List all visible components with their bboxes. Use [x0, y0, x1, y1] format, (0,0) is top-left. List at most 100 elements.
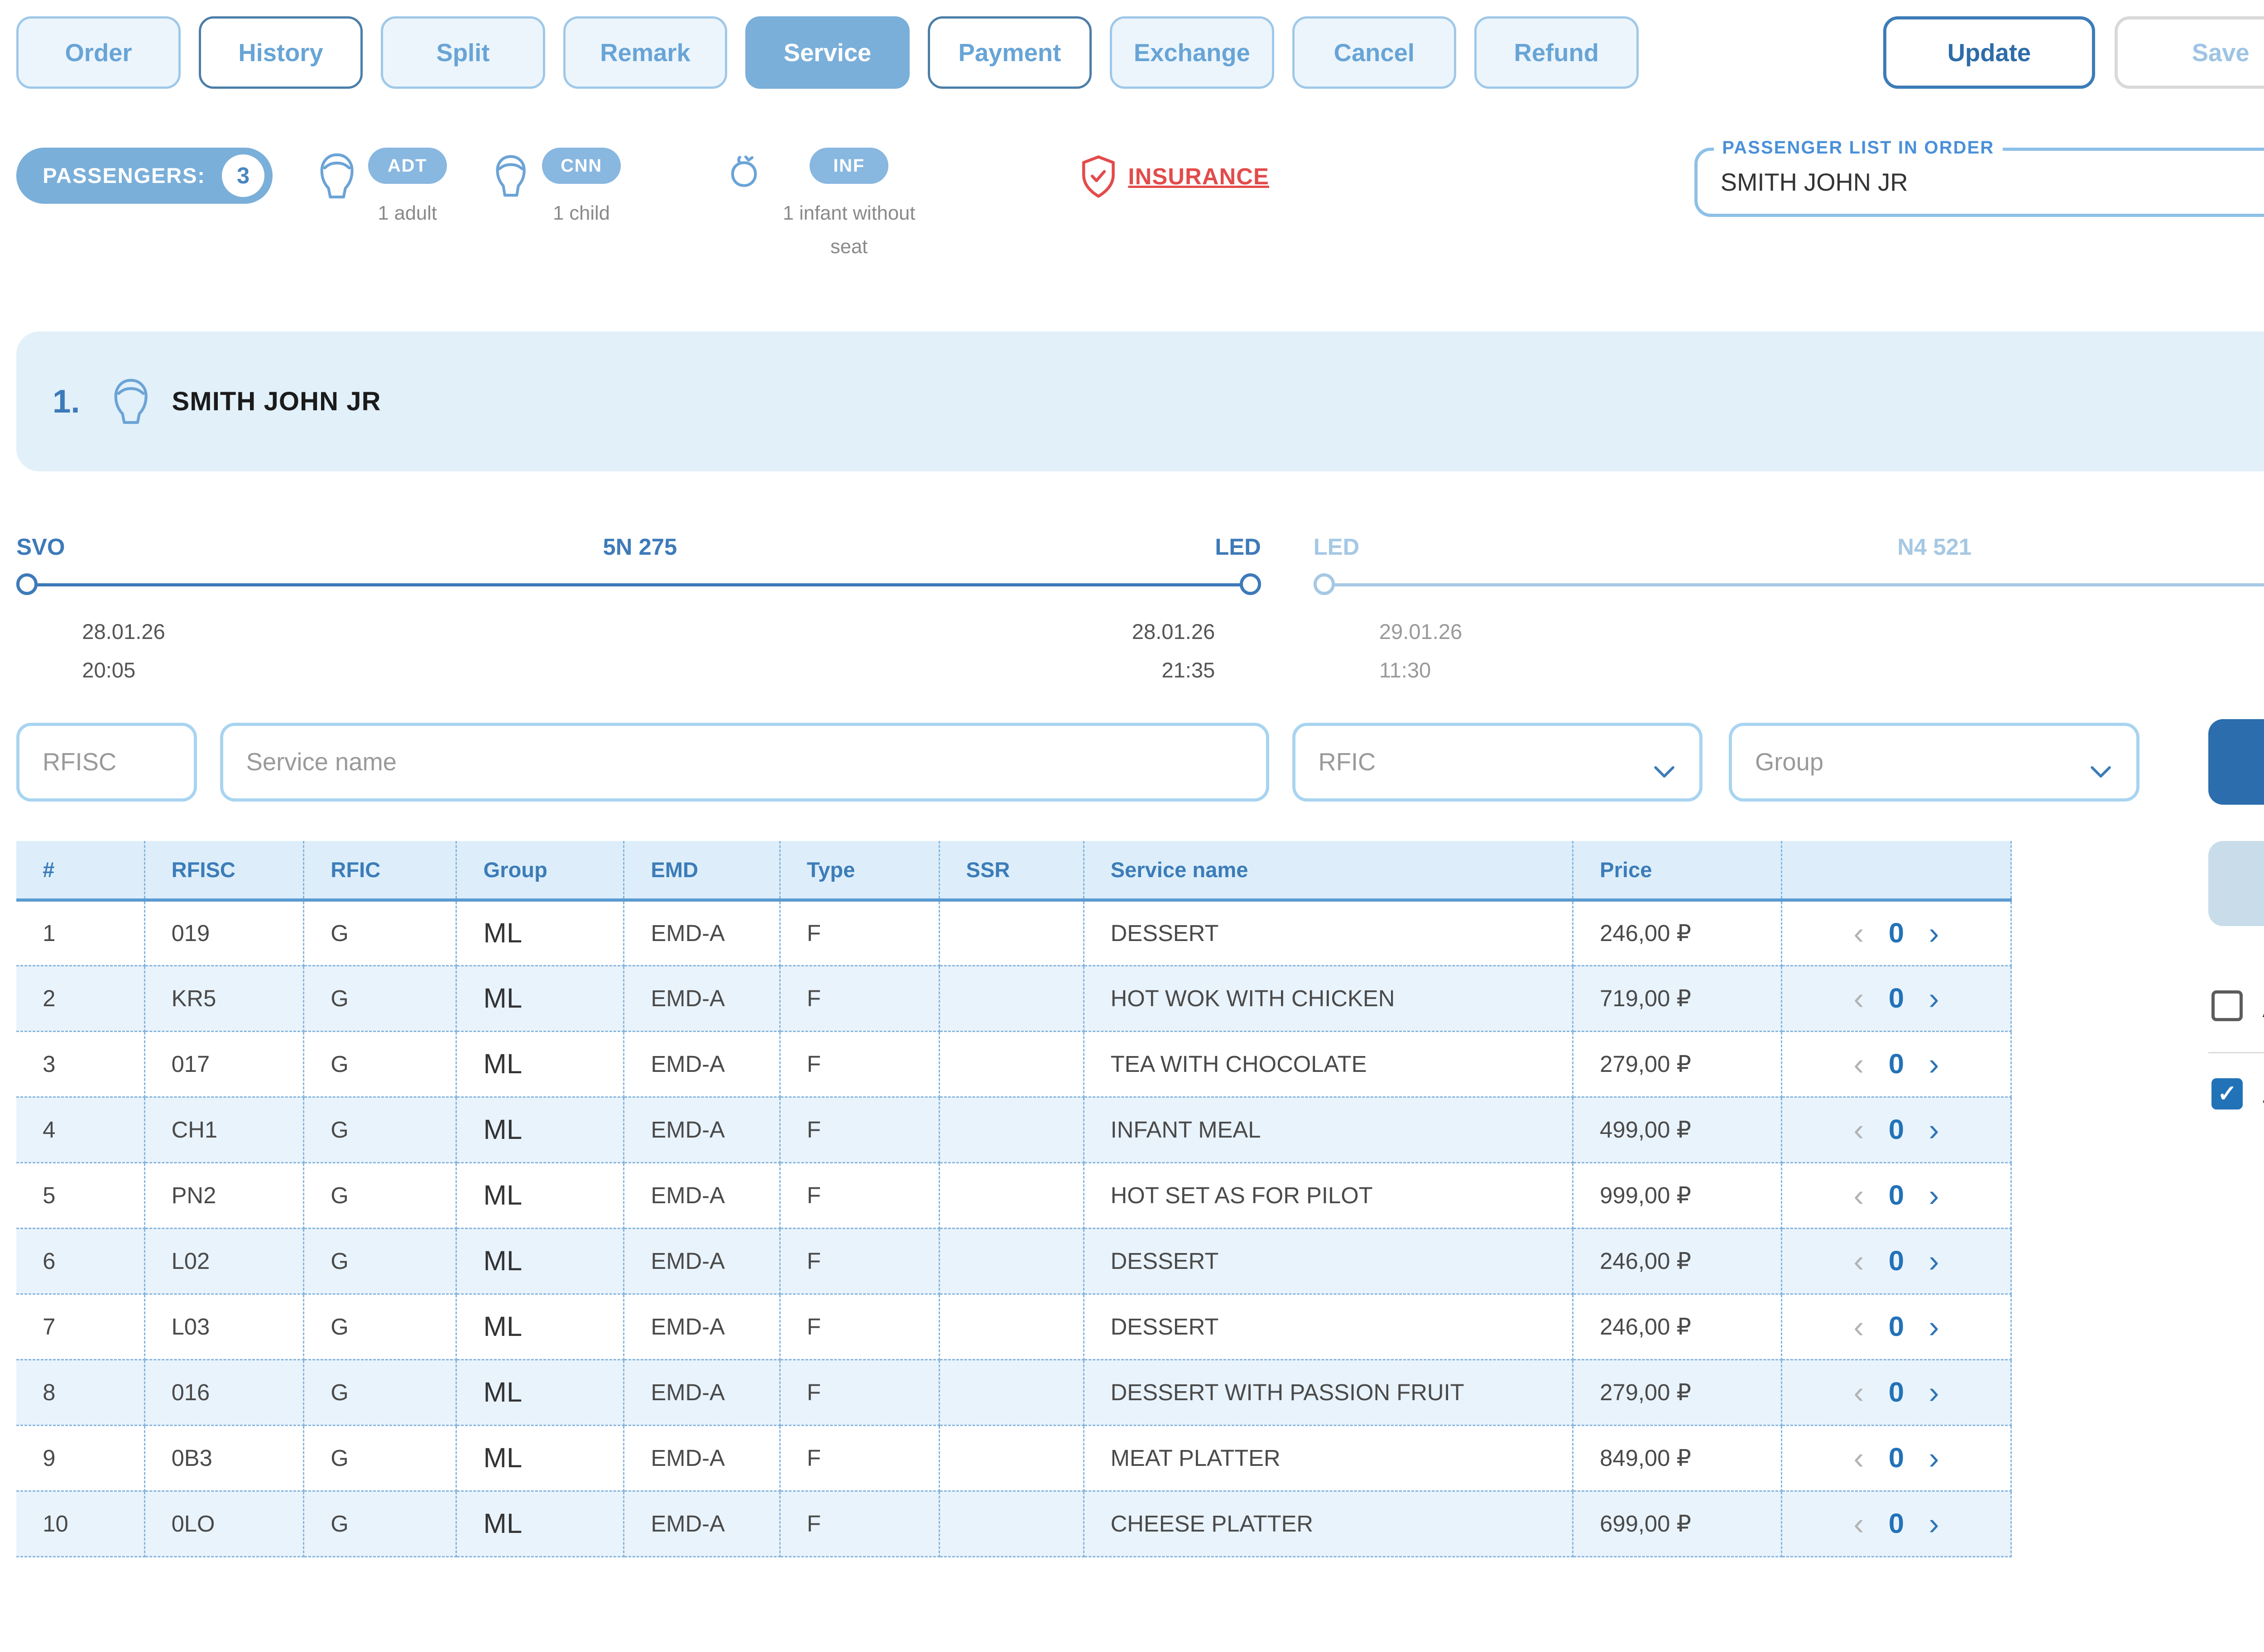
departure-time: 20:05	[82, 651, 165, 690]
quantity-increase-button[interactable]: ›	[1928, 980, 1939, 1016]
quantity-increase-button[interactable]: ›	[1928, 1112, 1939, 1148]
checkbox-label: All selected passengers	[2263, 989, 2264, 1029]
type-cell: F	[780, 1294, 939, 1359]
segment-flight-number: N4 521	[1359, 533, 2264, 560]
rfic-cell: G	[304, 1228, 456, 1294]
arrival-time: 21:35	[1132, 651, 1215, 690]
quantity-stepper: ‹ 0 ›	[1781, 1491, 2011, 1556]
service-name-cell: DESSERT WITH PASSION FRUIT	[1084, 1359, 1573, 1425]
column-header: RFISC	[144, 841, 304, 900]
service-name-cell: DESSERT	[1084, 1228, 1573, 1294]
cnn-badge: CNN	[542, 148, 621, 184]
service-row[interactable]: 5 PN2 G ML EMD-A F HOT SET AS FOR PILOT …	[16, 1162, 2011, 1228]
quantity-stepper: ‹ 0 ›	[1781, 1097, 2011, 1162]
passenger-checkbox[interactable]: ✓ All selected passengers	[2208, 972, 2264, 1052]
rfic-cell: G	[304, 1425, 456, 1491]
quantity-decrease-button[interactable]: ‹	[1854, 1112, 1864, 1148]
quantity-stepper: ‹ 0 ›	[1781, 900, 2011, 965]
flight-segment-2[interactable]: LED N4 521 AER 29.01.2611:30 29.01.2616:…	[1314, 533, 2264, 690]
quantity-increase-button[interactable]: ›	[1928, 1046, 1939, 1082]
quantity-decrease-button[interactable]: ‹	[1854, 1309, 1864, 1345]
emd-cell: EMD-A	[624, 900, 780, 965]
quantity-decrease-button[interactable]: ‹	[1854, 1374, 1864, 1410]
type-cell: F	[780, 1162, 939, 1228]
quantity-increase-button[interactable]: ›	[1928, 1374, 1939, 1410]
quantity-value: 0	[1889, 1376, 1904, 1408]
order-tab[interactable]: Cancel	[1292, 16, 1457, 89]
update-button[interactable]: Update	[1883, 16, 2095, 89]
quantity-decrease-button[interactable]: ‹	[1854, 1177, 1864, 1213]
departure-dot-icon	[16, 573, 38, 595]
order-tab[interactable]: Remark	[563, 16, 728, 89]
quantity-decrease-button[interactable]: ‹	[1854, 1440, 1864, 1476]
rfisc-cell: 016	[144, 1359, 304, 1425]
service-row[interactable]: 9 0B3 G ML EMD-A F MEAT PLATTER 849,00 ₽…	[16, 1425, 2011, 1491]
ssr-cell	[939, 1359, 1084, 1425]
service-row[interactable]: 2 KR5 G ML EMD-A F HOT WOK WITH CHICKEN …	[16, 965, 2011, 1031]
order-tab[interactable]: Exchange	[1110, 16, 1274, 89]
order-tab[interactable]: History	[199, 16, 363, 89]
service-name-input[interactable]	[220, 723, 1269, 802]
ssr-cell	[939, 1031, 1084, 1097]
order-tab[interactable]: Split	[381, 16, 545, 89]
add-services-button[interactable]: ADD SERVICES	[2208, 841, 2264, 927]
quantity-decrease-button[interactable]: ‹	[1854, 1243, 1864, 1279]
get-services-button[interactable]: GET SERVICES	[2208, 719, 2264, 805]
quantity-value: 0	[1889, 982, 1904, 1014]
service-row[interactable]: 7 L03 G ML EMD-A F DESSERT 246,00 ₽ ‹ 0	[16, 1294, 2011, 1359]
passenger-type-adult: ADT 1 adult	[316, 148, 447, 231]
quantity-increase-button[interactable]: ›	[1928, 1177, 1939, 1213]
service-row[interactable]: 4 CH1 G ML EMD-A F INFANT MEAL 499,00 ₽ …	[16, 1097, 2011, 1162]
page-number[interactable]: 2	[192, 1587, 495, 1652]
service-row[interactable]: 8 016 G ML EMD-A F DESSERT WITH PASSION …	[16, 1359, 2011, 1425]
service-row[interactable]: 1 019 G ML EMD-A F DESSERT 246,00 ₽ ‹ 0	[16, 900, 2011, 965]
quantity-decrease-button[interactable]: ‹	[1854, 1046, 1864, 1082]
column-header: RFIC	[304, 841, 456, 900]
insurance-shield-icon	[1080, 154, 1117, 199]
rfisc-input[interactable]	[16, 723, 197, 802]
order-tab[interactable]: Payment	[928, 16, 1092, 89]
order-tab[interactable]: Refund	[1474, 16, 1639, 89]
quantity-decrease-button[interactable]: ‹	[1854, 915, 1864, 951]
service-row[interactable]: 3 017 G ML EMD-A F TEA WITH CHOCOLATE 27…	[16, 1031, 2011, 1097]
rfic-cell: G	[304, 1491, 456, 1556]
column-header: SSR	[939, 841, 1084, 900]
service-name-cell: HOT WOK WITH CHICKEN	[1084, 965, 1573, 1031]
service-row[interactable]: 10 0LO G ML EMD-A F CHEESE PLATTER 699,0…	[16, 1491, 2011, 1556]
emd-cell: EMD-A	[624, 1097, 780, 1162]
quantity-increase-button[interactable]: ›	[1928, 1243, 1939, 1279]
page-number[interactable]: 13	[1626, 1587, 1929, 1652]
passenger-list-select-value: SMITH JOHN JR	[1721, 168, 1908, 197]
page-number[interactable]: 12	[1284, 1587, 1587, 1652]
row-number: 10	[16, 1491, 144, 1556]
page-number[interactable]: 11	[942, 1587, 1245, 1652]
flight-segment-1[interactable]: SVO 5N 275 LED 28.01.2620:05 28.01.2621:…	[16, 533, 1261, 690]
rfisc-cell: 0LO	[144, 1491, 304, 1556]
save-button[interactable]: Save	[2115, 16, 2264, 89]
checkbox-icon: ✓	[2211, 1078, 2243, 1109]
quantity-increase-button[interactable]: ›	[1928, 1309, 1939, 1345]
group-select[interactable]: Group	[1729, 723, 2139, 802]
service-row[interactable]: 6 L02 G ML EMD-A F DESSERT 246,00 ₽ ‹ 0	[16, 1228, 2011, 1294]
rfic-select[interactable]: RFIC	[1292, 723, 1703, 802]
quantity-increase-button[interactable]: ›	[1928, 1506, 1939, 1542]
type-cell: F	[780, 1491, 939, 1556]
emd-cell: EMD-A	[624, 1228, 780, 1294]
segment-timeline	[1314, 573, 2264, 596]
quantity-increase-button[interactable]: ›	[1928, 1440, 1939, 1476]
quantity-increase-button[interactable]: ›	[1928, 915, 1939, 951]
type-cell: F	[780, 1425, 939, 1491]
quantity-value: 0	[1889, 1442, 1904, 1474]
page-number[interactable]: 3	[535, 1587, 838, 1652]
services-table: #RFISCRFICGroupEMDTypeSSRService namePri…	[16, 841, 2012, 1557]
emd-cell: EMD-A	[624, 1294, 780, 1359]
passenger-checkbox[interactable]: ✓ JOHN JR SMITH	[2208, 1052, 2264, 1140]
quantity-decrease-button[interactable]: ‹	[1854, 980, 1864, 1016]
quantity-decrease-button[interactable]: ‹	[1854, 1506, 1864, 1542]
order-tab[interactable]: Order	[16, 16, 181, 89]
column-header: Service name	[1084, 841, 1573, 900]
insurance-link[interactable]: INSURANCE	[1080, 154, 1269, 199]
order-tab[interactable]: Service	[745, 16, 910, 89]
group-cell: ML	[456, 1031, 624, 1097]
passenger-list-select[interactable]: PASSENGER LIST IN ORDER SMITH JOHN JR	[1694, 148, 2264, 216]
